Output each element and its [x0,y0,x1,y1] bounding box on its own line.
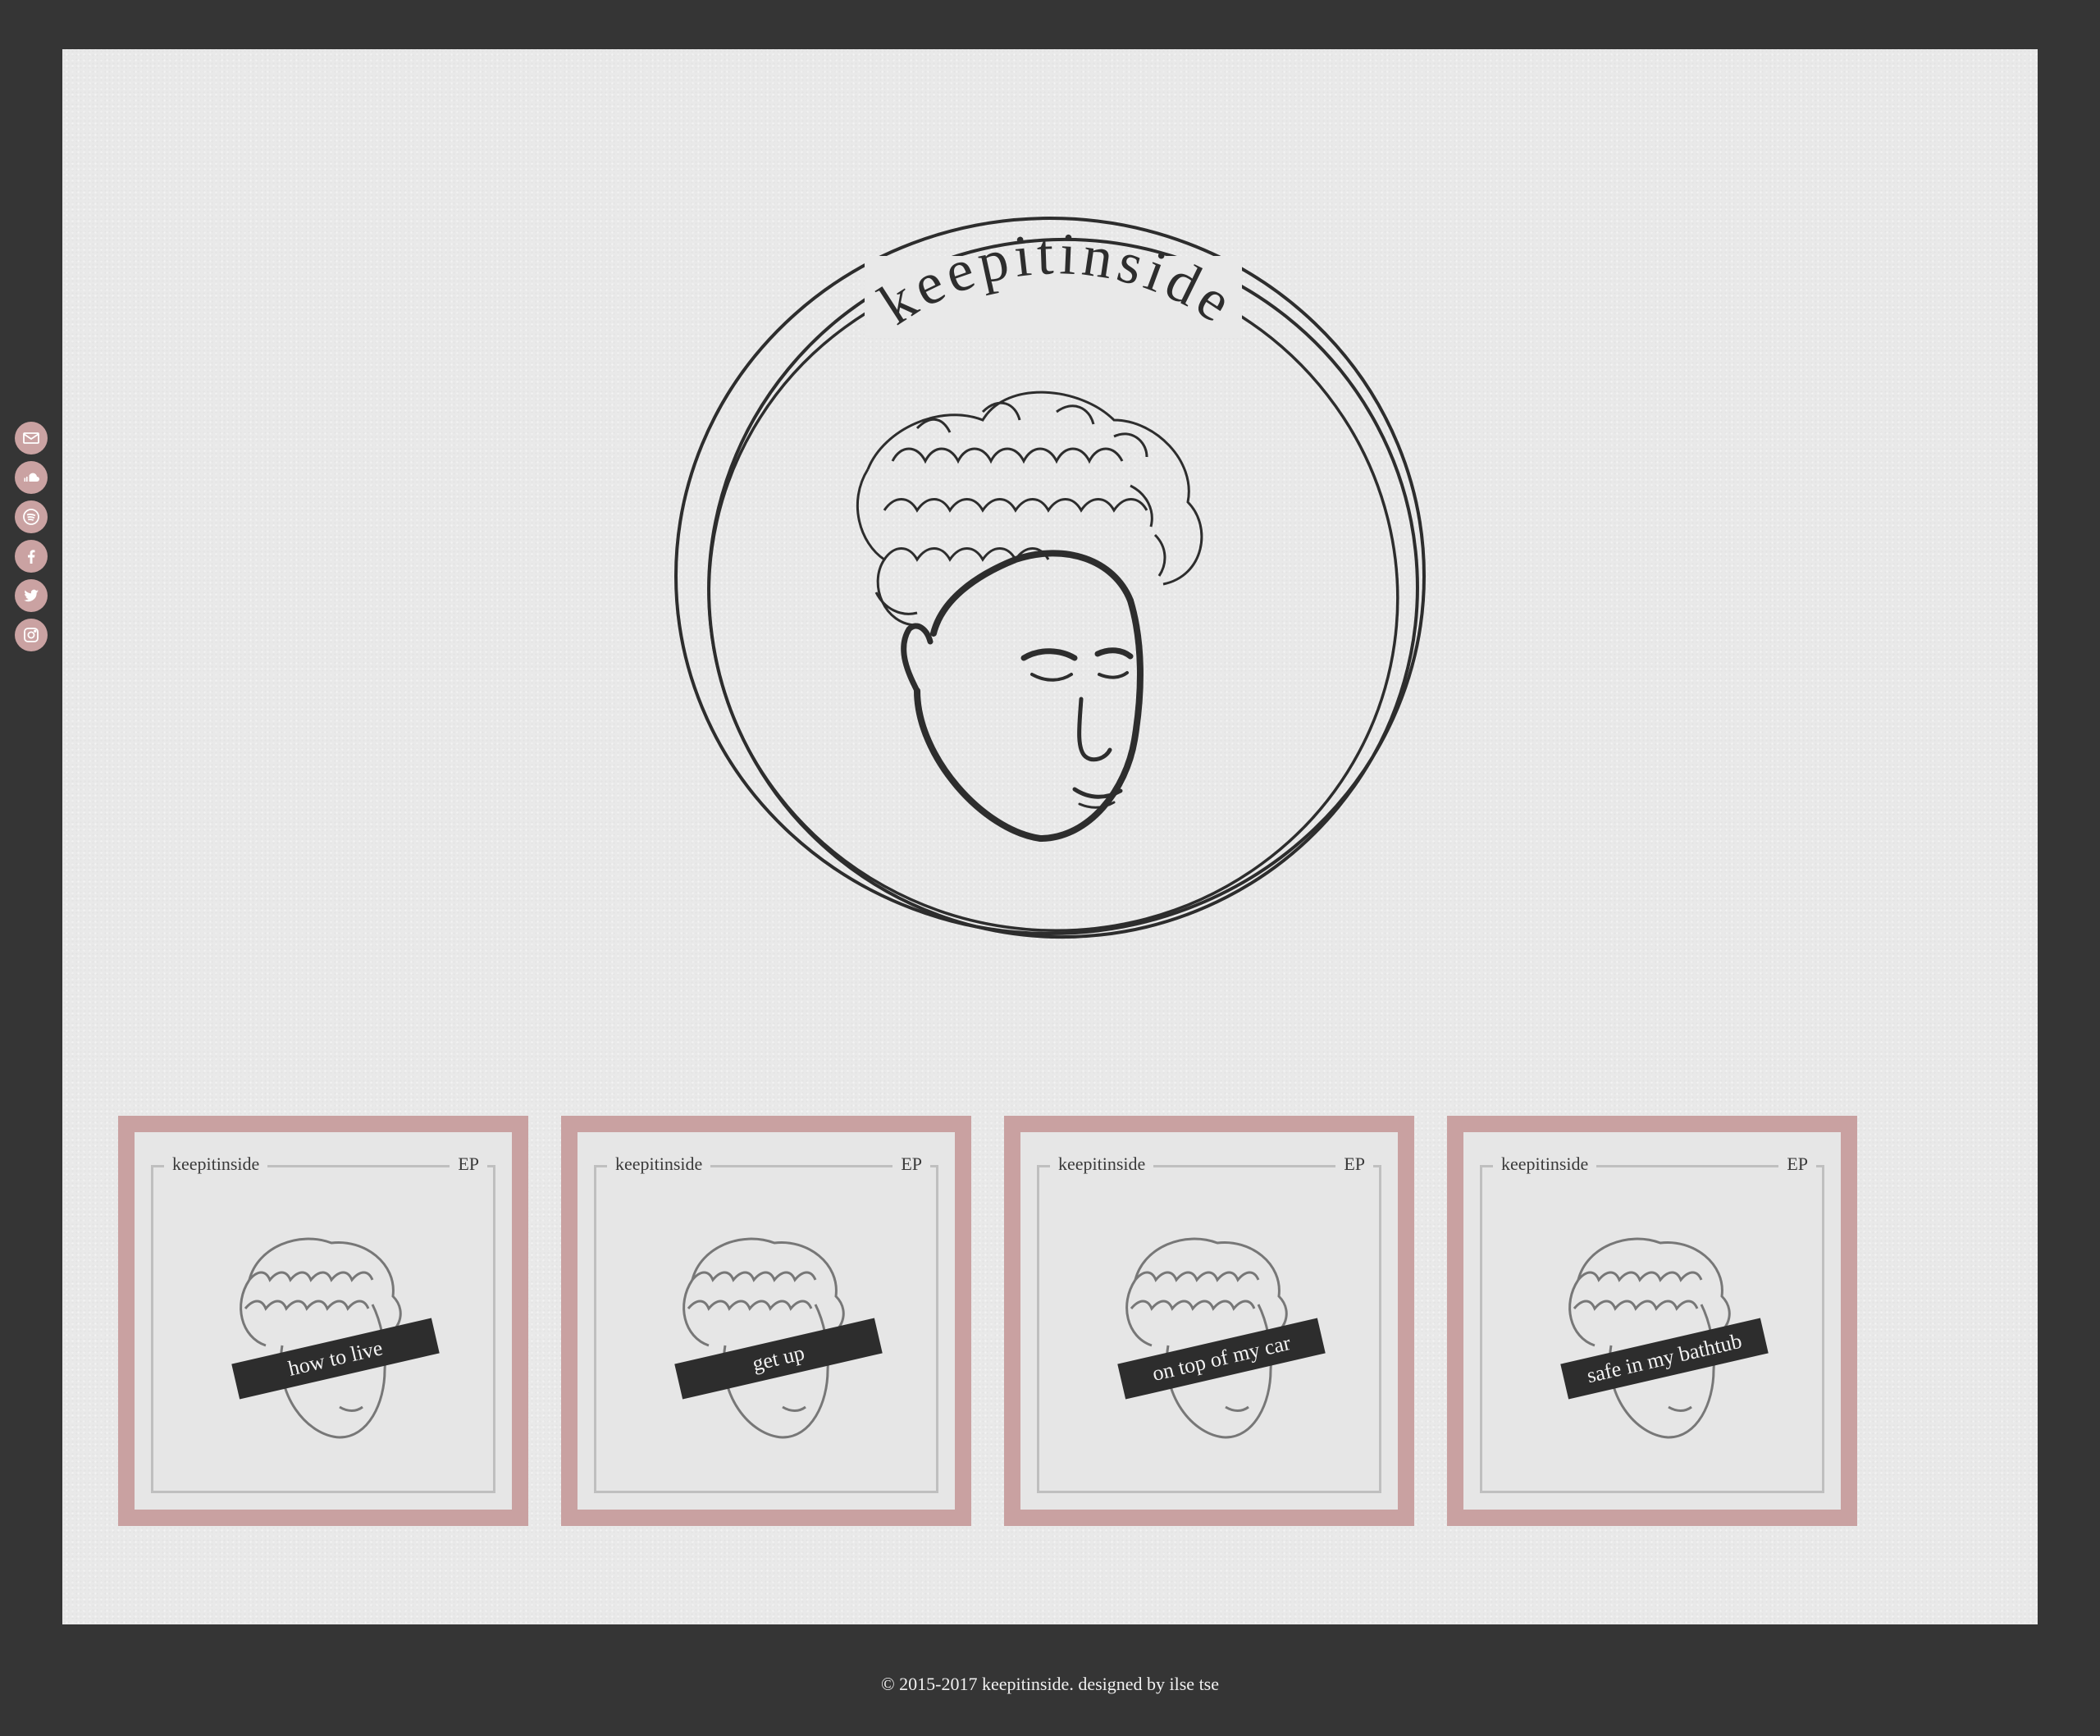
social-links [15,422,48,651]
release-grid: keepitinside EP how to live keepitinside… [118,1116,1857,1526]
facebook-icon [28,550,35,564]
hair-illustration [856,391,1203,627]
cover-type: EP [1335,1154,1373,1175]
footer-copyright: © 2015-2017 keepitinside. designed by il… [880,1674,1220,1694]
instagram-icon [24,628,39,642]
release-card[interactable]: keepitinside EP on top of my car [1004,1116,1414,1526]
cover-type: EP [892,1154,930,1175]
hero-logo: keepitinside [671,215,1432,953]
social-soundcloud-button[interactable] [15,461,48,494]
spotify-icon [23,509,39,525]
cover-artist: keepitinside [1050,1154,1154,1175]
release-card[interactable]: keepitinside EP safe in my bathtub [1447,1116,1857,1526]
cover-artist: keepitinside [607,1154,711,1175]
cover-artist: keepitinside [164,1154,268,1175]
release-card[interactable]: keepitinside EP how to live [118,1116,528,1526]
release-card[interactable]: keepitinside EP get up [561,1116,971,1526]
face-illustration [901,550,1144,842]
social-facebook-button[interactable] [15,540,48,573]
soundcloud-icon [24,473,39,482]
social-twitter-button[interactable] [15,579,48,612]
mail-icon [23,432,39,444]
twitter-icon [24,589,39,602]
social-spotify-button[interactable] [15,500,48,533]
cover-artist: keepitinside [1493,1154,1597,1175]
cover-type: EP [1778,1154,1816,1175]
social-mail-button[interactable] [15,422,48,455]
hero-logo-artwork: keepitinside [674,217,1426,939]
social-instagram-button[interactable] [15,619,48,651]
cover-type: EP [450,1154,487,1175]
